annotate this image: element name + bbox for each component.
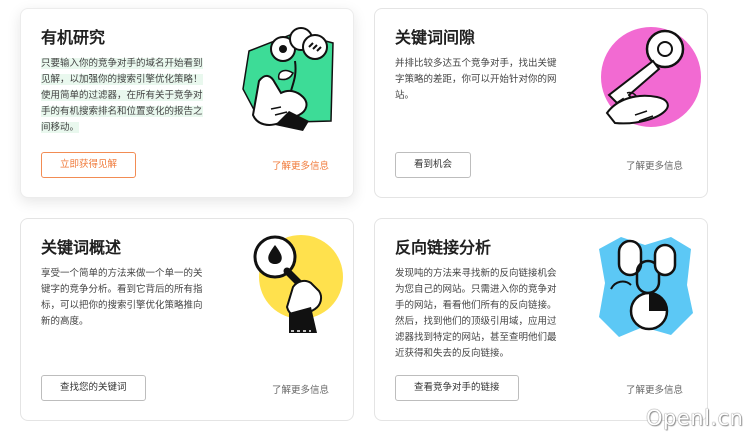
card-organic-research: 有机研究 只要输入你的竞争对手的域名开始看到见解，以加强你的搜索引擎优化策略！使… — [20, 8, 354, 198]
learn-more-link[interactable]: 了解更多信息 — [626, 158, 683, 172]
card-description: 发现吨的方法来寻找新的反向链接机会为您自己的网站。只需进入你的竞争对手的网站，看… — [395, 268, 557, 359]
hand-with-key-icon — [601, 27, 701, 127]
see-opportunities-button[interactable]: 看到机会 — [395, 152, 472, 178]
view-competitor-links-button[interactable]: 查看竞争对手的链接 — [395, 375, 519, 401]
learn-more-link[interactable]: 了解更多信息 — [626, 382, 683, 396]
learn-more-link[interactable]: 了解更多信息 — [272, 382, 329, 396]
card-description: 只要输入你的竞争对手的域名开始看到见解，以加强你的搜索引擎优化策略！使用简单的过… — [41, 56, 209, 136]
card-title: 反向链接分析 — [395, 238, 492, 257]
card-description: 享受一个简单的方法来做一个单一的关键字的竞争分析。看到它背后的所有指标，可以把你… — [41, 268, 203, 327]
card-title: 关键词间隙 — [395, 28, 476, 47]
card-title: 有机研究 — [41, 28, 106, 47]
chain-links-icon — [599, 237, 693, 337]
card-description: 并排比较多达五个竞争对手，找出关键字策略的差距，你可以开始针对你的网站。 — [395, 58, 557, 101]
hand-holding-flower-icon — [242, 27, 334, 131]
get-insights-button[interactable]: 立即获得见解 — [41, 152, 137, 178]
card-title: 关键词概述 — [41, 238, 122, 257]
learn-more-link[interactable]: 了解更多信息 — [272, 158, 329, 172]
watermark-logo: Openl.cn — [646, 406, 744, 430]
hand-with-magnifier-icon — [253, 235, 343, 333]
card-keyword-overview: 关键词概述 享受一个简单的方法来做一个单一的关键字的竞争分析。看到它背后的所有指… — [20, 218, 354, 421]
find-keywords-button[interactable]: 查找您的关键词 — [41, 375, 146, 401]
card-description-text: 只要输入你的竞争对手的域名开始看到见解，以加强你的搜索引擎优化策略！使用简单的过… — [41, 58, 203, 133]
card-keyword-gap: 关键词间隙 并排比较多达五个竞争对手，找出关键字策略的差距，你可以开始针对你的网… — [374, 8, 708, 198]
card-backlink-analysis: 反向链接分析 发现吨的方法来寻找新的反向链接机会为您自己的网站。只需进入你的竞争… — [374, 218, 708, 421]
